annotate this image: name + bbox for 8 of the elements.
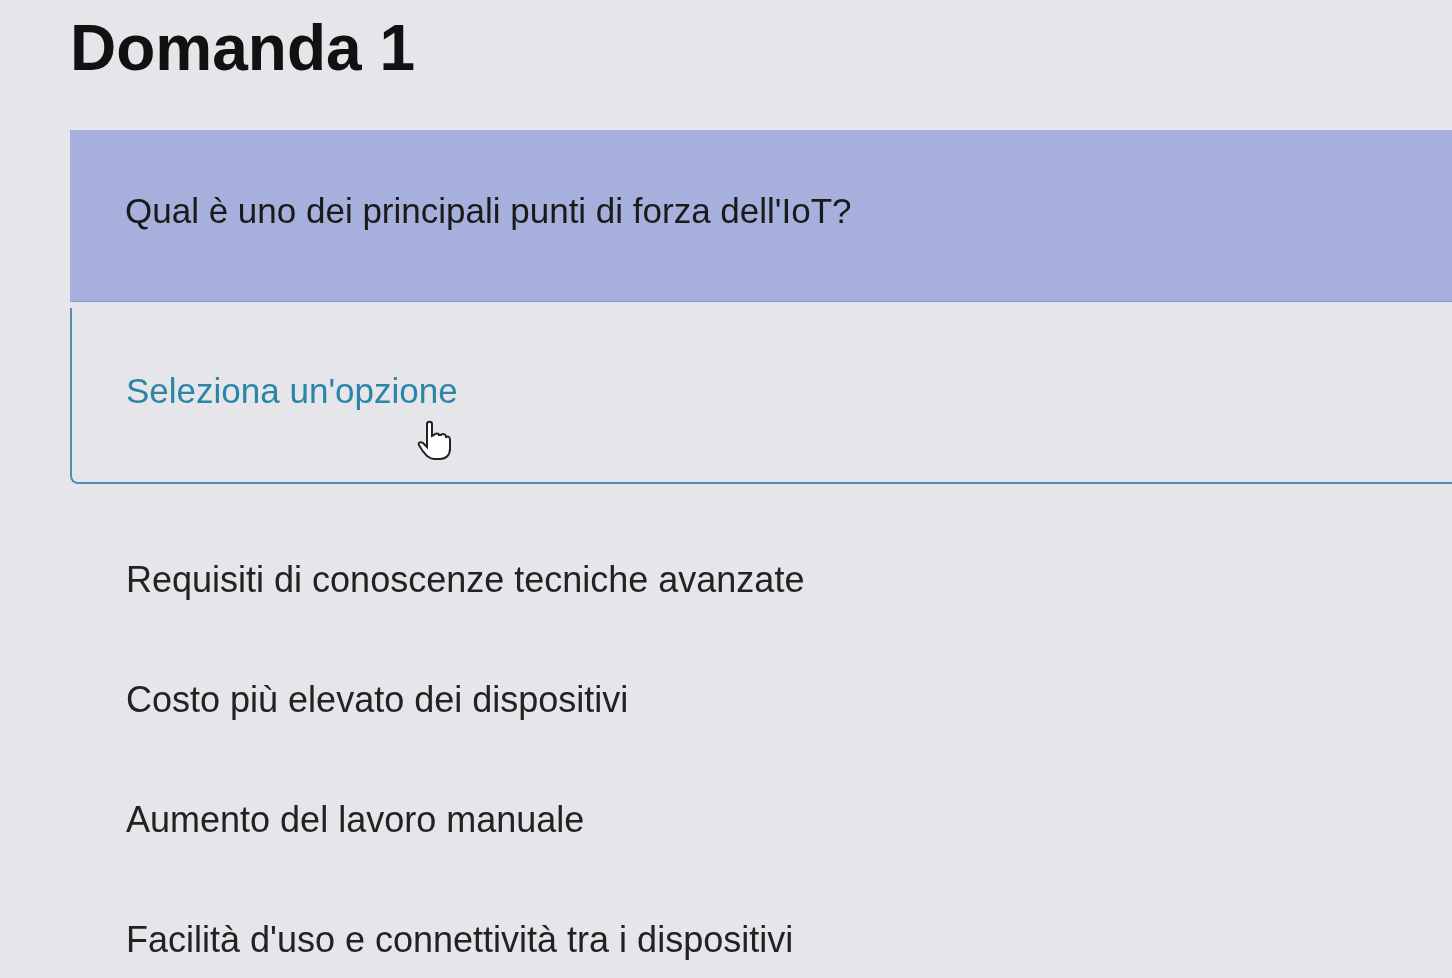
option-item[interactable]: Facilità d'uso e connettività tra i dispositivi (70, 880, 1452, 978)
option-item[interactable]: Costo più elevato dei dispositivi (70, 640, 1452, 760)
option-item[interactable]: Requisiti di conoscenze tecniche avanzate (70, 520, 1452, 640)
select-placeholder: Seleziona un'opzione (126, 369, 458, 412)
option-item[interactable]: Aumento del lavoro manuale (70, 760, 1452, 880)
question-title: Domanda 1 (70, 12, 415, 84)
hand-cursor-icon (417, 420, 451, 460)
question-text: Qual è uno dei principali punti di forza dell'IoT? (125, 190, 852, 233)
